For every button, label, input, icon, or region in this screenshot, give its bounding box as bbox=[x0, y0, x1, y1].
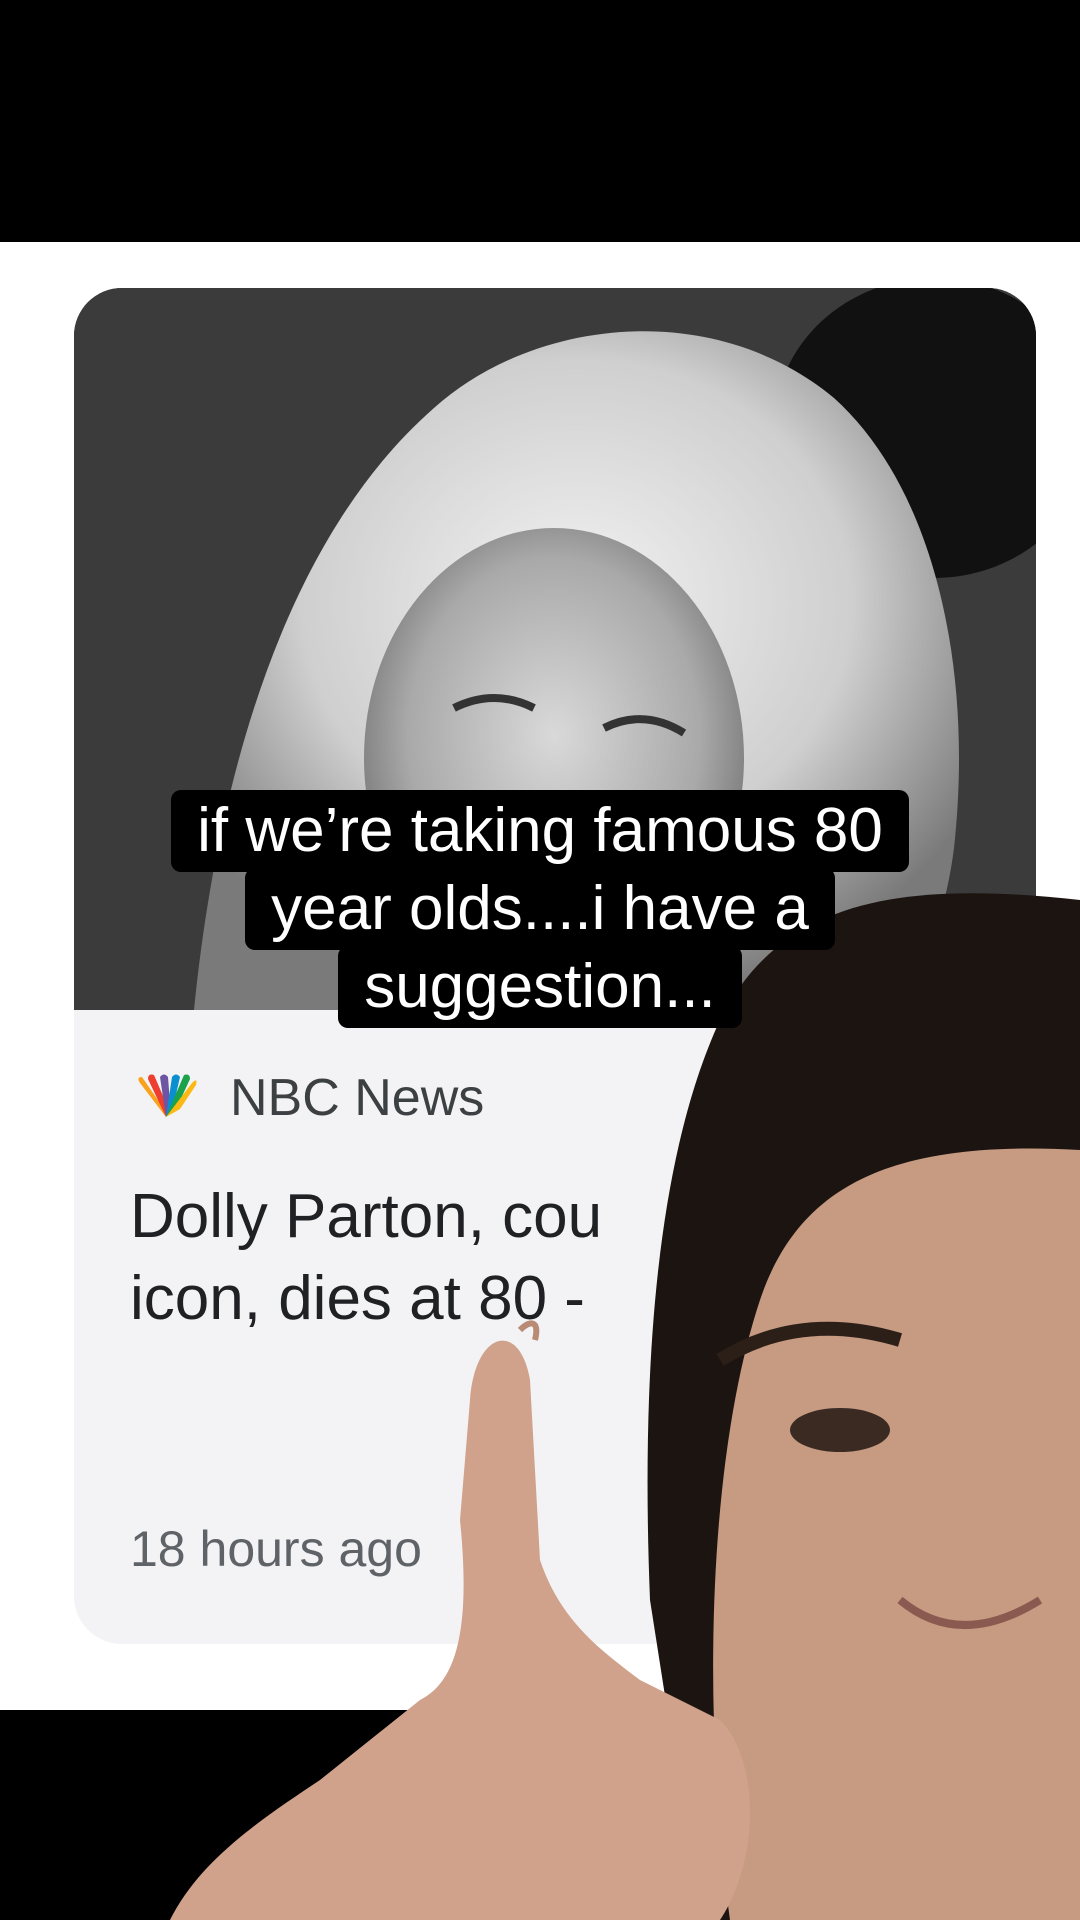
headline-line-2: icon, dies at 80 - bbox=[130, 1264, 585, 1333]
source-row: NBC News bbox=[130, 1068, 484, 1128]
caption-line-1: if we’re taking famous 80 bbox=[171, 790, 909, 872]
caption-overlay: if we’re taking famous 80 year olds....i… bbox=[0, 790, 1080, 1028]
caption-line-3: suggestion... bbox=[338, 946, 742, 1028]
top-black-bar bbox=[0, 0, 1080, 242]
peacock-icon bbox=[138, 1074, 197, 1117]
source-name: NBC News bbox=[230, 1069, 485, 1127]
article-timestamp: 18 hours ago bbox=[130, 1521, 422, 1577]
caption-line-2: year olds....i have a bbox=[245, 868, 835, 950]
article-headline[interactable]: Dolly Parton, cou icon, dies at 80 - bbox=[130, 1176, 990, 1340]
headline-line-1: Dolly Parton, cou bbox=[130, 1182, 603, 1251]
bottom-black-bar bbox=[0, 1710, 1080, 1920]
